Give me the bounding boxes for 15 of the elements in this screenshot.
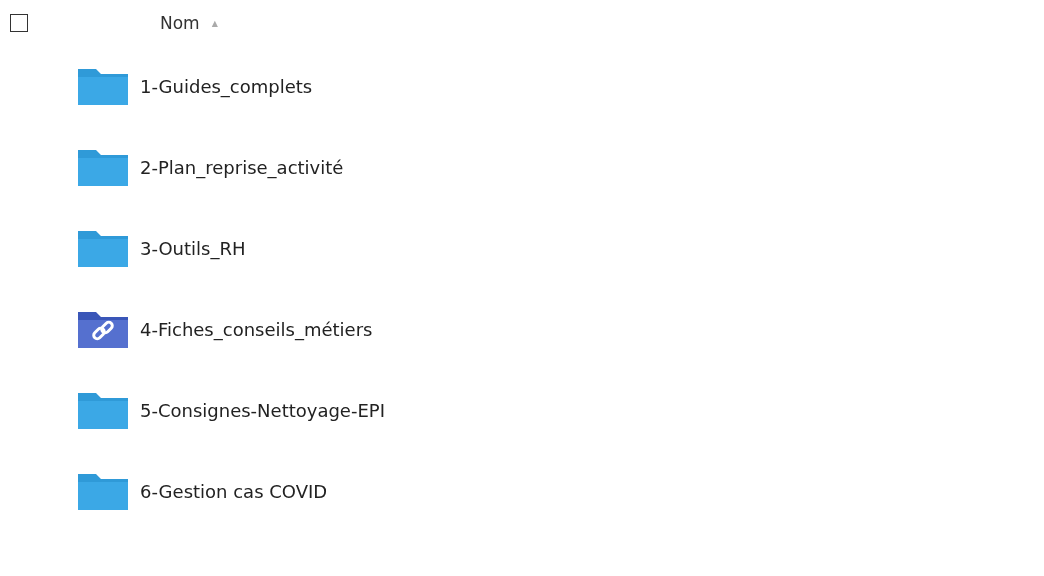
folder-icon — [78, 68, 128, 105]
item-name[interactable]: 6-Gestion cas COVID — [140, 481, 328, 502]
folder-icon — [78, 149, 128, 186]
linked-folder-icon — [78, 311, 128, 348]
item-name[interactable]: 4-Fiches_conseils_métiers — [140, 319, 373, 340]
folder-icon — [78, 473, 128, 510]
item-name[interactable]: 5-Consignes-Nettoyage-EPI — [140, 400, 385, 421]
item-name[interactable]: 1-Guides_complets — [140, 76, 313, 97]
sort-indicator: ▲ — [211, 18, 218, 28]
item-name[interactable]: 2-Plan_reprise_activité — [140, 157, 344, 178]
folder-icon — [78, 392, 128, 429]
name-column-header[interactable]: Nom — [160, 13, 200, 33]
item-name[interactable]: 3-Outils_RH — [140, 238, 246, 259]
select-all-checkbox[interactable] — [10, 14, 28, 32]
folder-icon — [78, 230, 128, 267]
